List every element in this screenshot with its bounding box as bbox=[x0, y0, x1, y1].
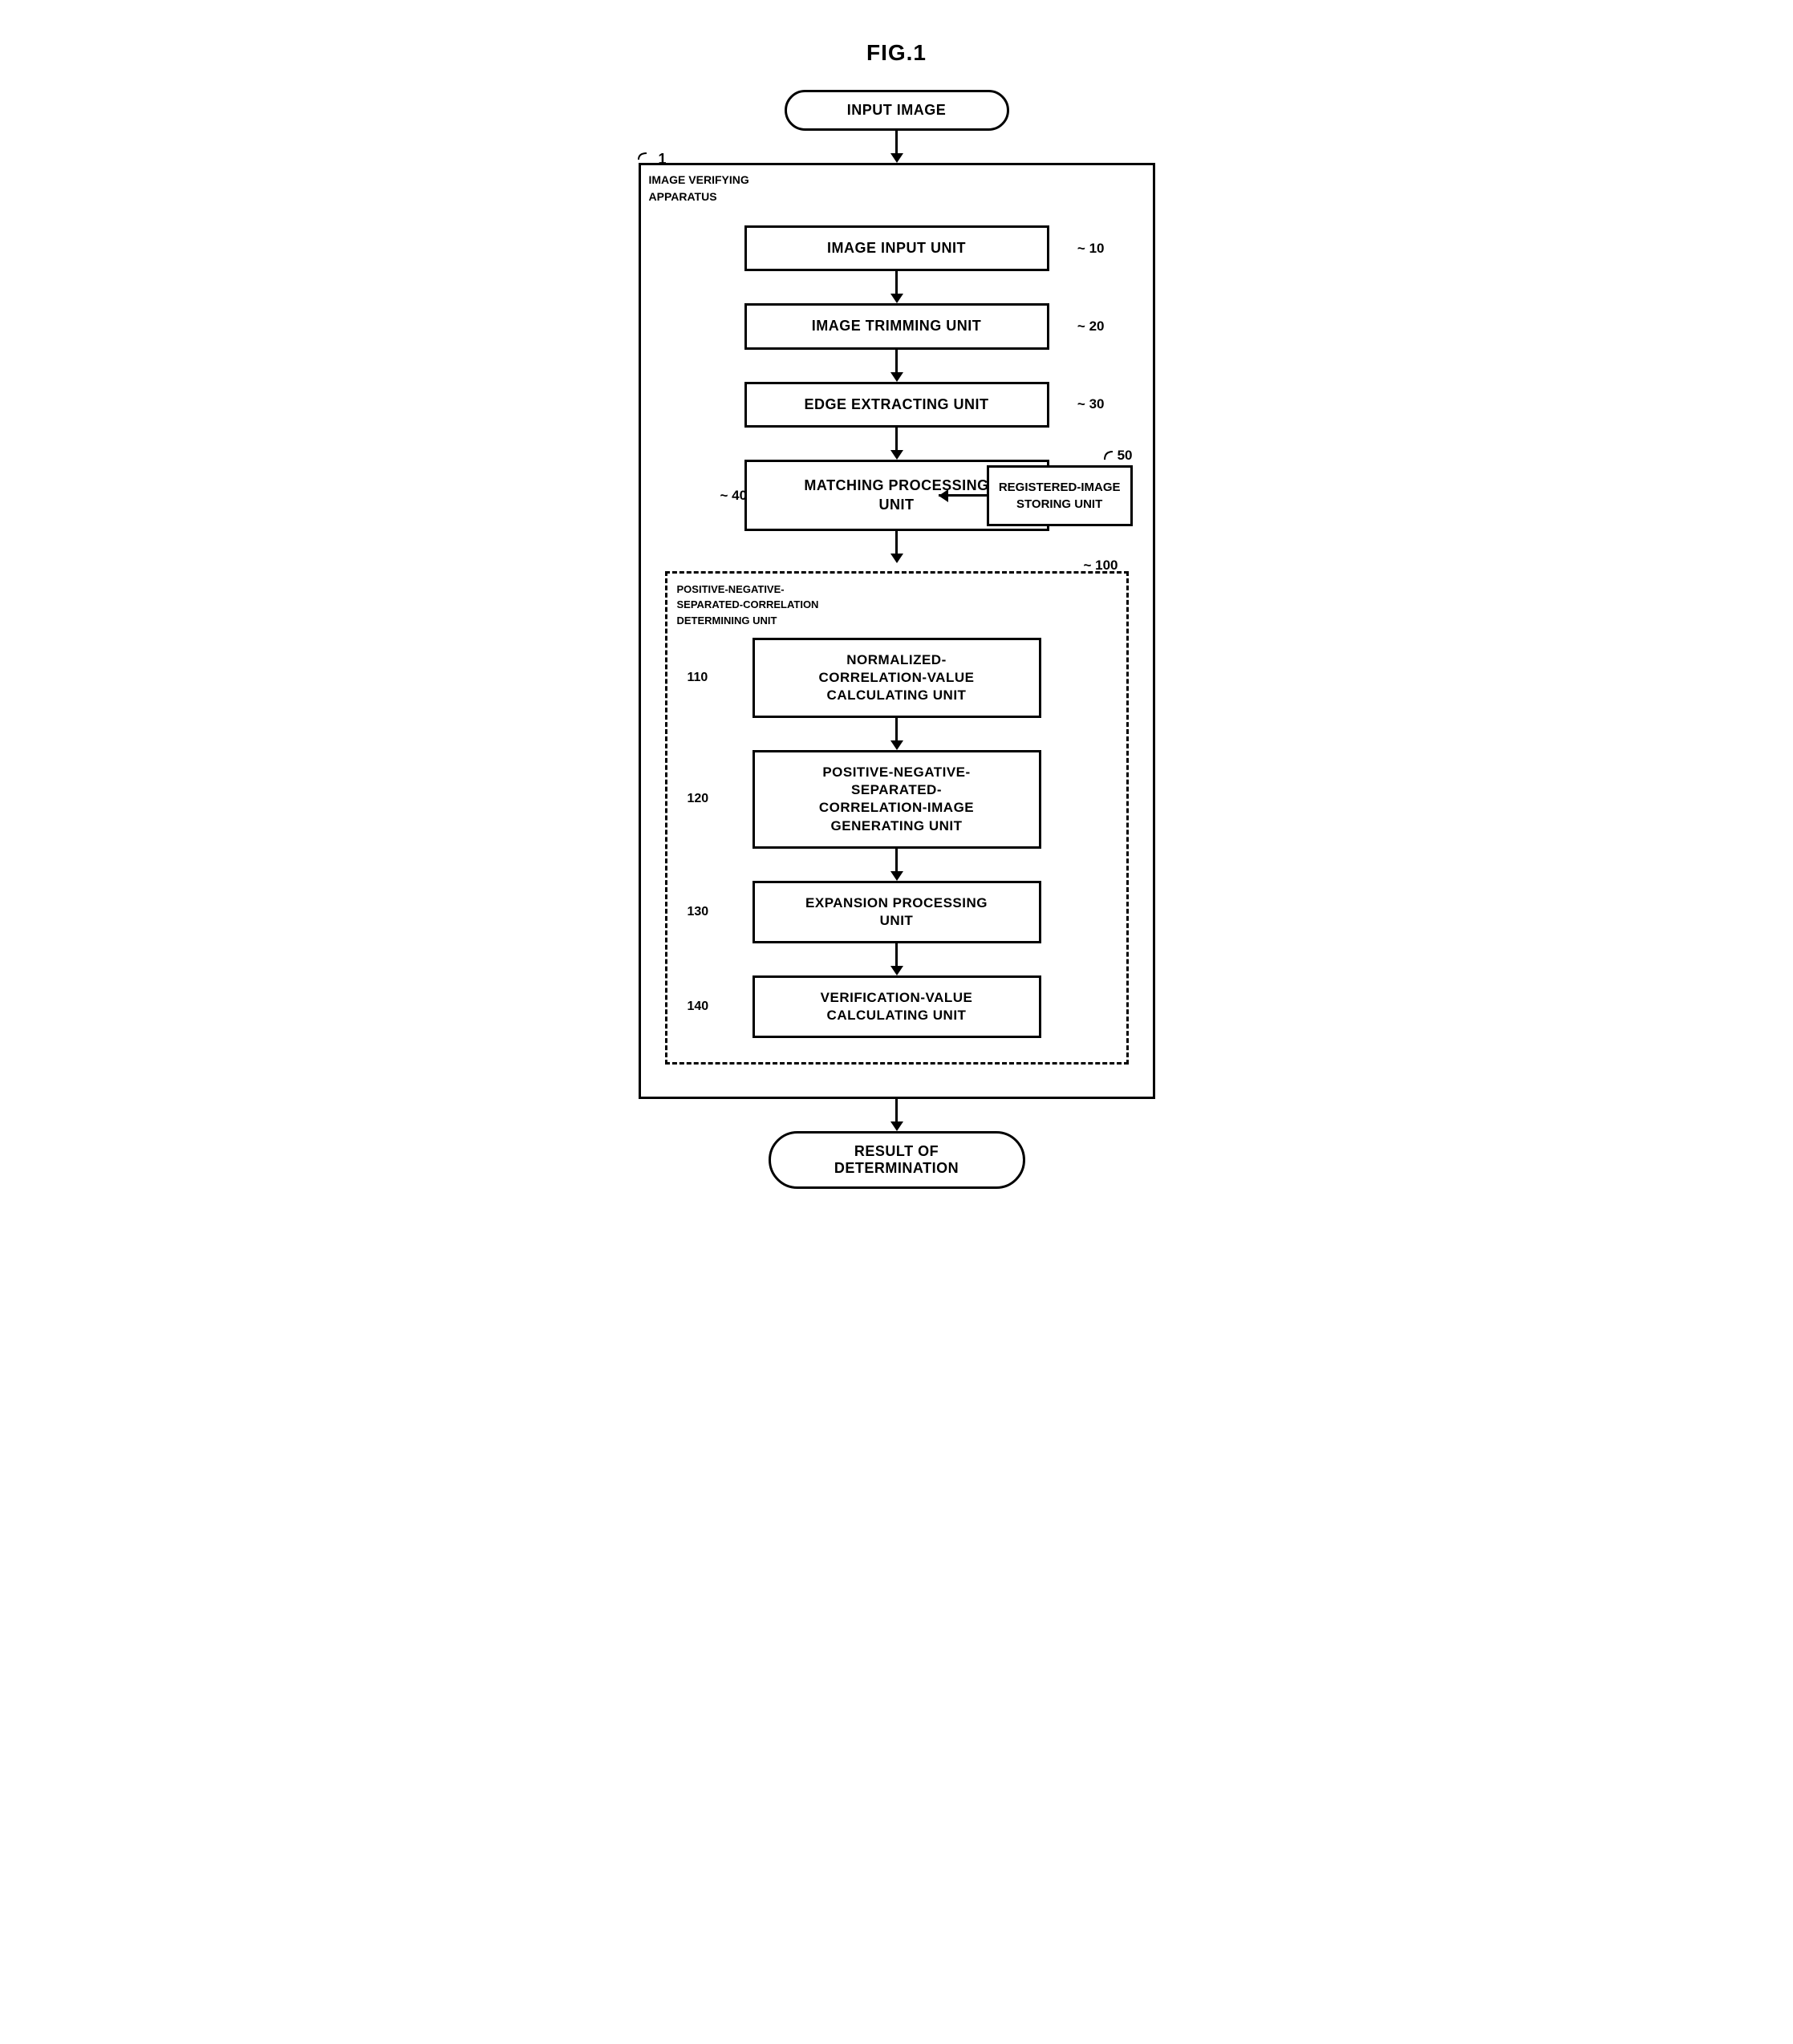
arrow-3 bbox=[890, 350, 903, 382]
ref-matching: ~ 40 bbox=[720, 488, 748, 504]
ref-110: 110 bbox=[688, 671, 708, 685]
edge-extracting-unit: EDGE EXTRACTING UNIT bbox=[744, 382, 1049, 428]
pns-correlation-unit: POSITIVE-NEGATIVE- SEPARATED- CORRELATIO… bbox=[752, 750, 1041, 848]
expansion-unit: EXPANSION PROCESSING UNIT bbox=[752, 881, 1041, 943]
verification-row: 140 VERIFICATION-VALUE CALCULATING UNIT bbox=[684, 975, 1110, 1038]
pns-label: POSITIVE-NEGATIVE- SEPARATED-CORRELATION… bbox=[677, 582, 819, 629]
result-node: RESULT OF DETERMINATION bbox=[769, 1131, 1025, 1189]
ref-pns-100: ~ 100 bbox=[1083, 558, 1118, 574]
normalized-correlation-unit: NORMALIZED- CORRELATION-VALUE CALCULATIN… bbox=[752, 638, 1041, 718]
normalized-correlation-row: 110 NORMALIZED- CORRELATION-VALUE CALCUL… bbox=[684, 638, 1110, 718]
arrow-6 bbox=[890, 718, 903, 750]
ref-120: 120 bbox=[688, 792, 709, 806]
verification-unit: VERIFICATION-VALUE CALCULATING UNIT bbox=[752, 975, 1041, 1038]
image-input-row: IMAGE INPUT UNIT ~ 10 bbox=[665, 225, 1129, 271]
ref-registered: 50 bbox=[1101, 448, 1133, 464]
arrow-4 bbox=[890, 428, 903, 460]
outer-apparatus-box: IMAGE VERIFYING APPARATUS 1 IMAGE INPUT … bbox=[639, 163, 1155, 1099]
figure-title: FIG.1 bbox=[616, 40, 1178, 66]
arrow-9 bbox=[890, 1099, 903, 1131]
edge-extracting-row: EDGE EXTRACTING UNIT ~ 30 bbox=[665, 382, 1129, 428]
arrowhead-left bbox=[939, 489, 948, 502]
arrow-horizontal bbox=[939, 494, 987, 497]
ref-image-trimming: ~ 20 bbox=[1077, 318, 1105, 335]
ref-image-input: ~ 10 bbox=[1077, 241, 1105, 257]
image-input-unit: IMAGE INPUT UNIT bbox=[744, 225, 1049, 271]
ref-130: 130 bbox=[688, 905, 709, 919]
image-trimming-unit: IMAGE TRIMMING UNIT bbox=[744, 303, 1049, 349]
arrow-1 bbox=[890, 131, 903, 163]
page: FIG.1 INPUT IMAGE IMAGE VERIFYING APPARA… bbox=[584, 16, 1210, 1221]
matching-row: MATCHING PROCESSING UNIT ~ 40 REGISTERED… bbox=[665, 460, 1129, 531]
diagram: INPUT IMAGE IMAGE VERIFYING APPARATUS 1 … bbox=[616, 90, 1178, 1189]
expansion-row: 130 EXPANSION PROCESSING UNIT bbox=[684, 881, 1110, 943]
arrow-5 bbox=[890, 531, 903, 563]
dashed-pns-box: POSITIVE-NEGATIVE- SEPARATED-CORRELATION… bbox=[665, 571, 1129, 1065]
arrow-7 bbox=[890, 849, 903, 881]
arrow-2 bbox=[890, 271, 903, 303]
registered-image-storing-unit: REGISTERED-IMAGE STORING UNIT bbox=[987, 465, 1133, 526]
pns-correlation-row: 120 POSITIVE-NEGATIVE- SEPARATED- CORREL… bbox=[684, 750, 1110, 848]
ref-apparatus: 1 bbox=[635, 151, 667, 168]
arrow-8 bbox=[890, 943, 903, 975]
image-trimming-row: IMAGE TRIMMING UNIT ~ 20 bbox=[665, 303, 1129, 349]
input-image-node: INPUT IMAGE bbox=[785, 90, 1009, 131]
registered-image-container: REGISTERED-IMAGE STORING UNIT 50 bbox=[939, 465, 1133, 526]
ref-edge-extracting: ~ 30 bbox=[1077, 396, 1105, 412]
ref-140: 140 bbox=[688, 1000, 709, 1014]
apparatus-label: IMAGE VERIFYING APPARATUS bbox=[649, 172, 749, 205]
flow-container: INPUT IMAGE IMAGE VERIFYING APPARATUS 1 … bbox=[616, 90, 1178, 1189]
